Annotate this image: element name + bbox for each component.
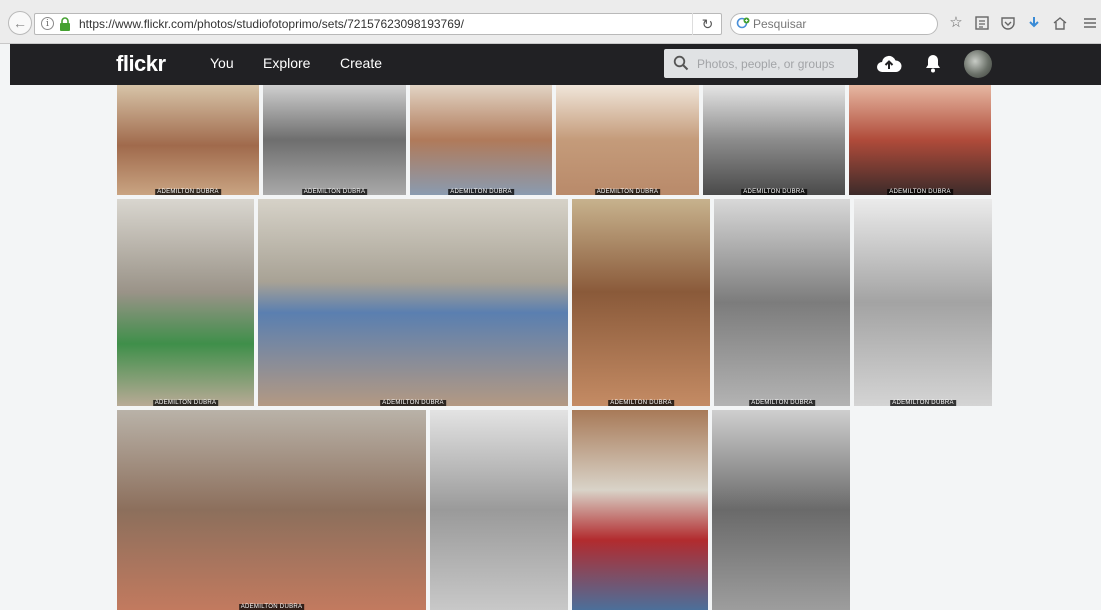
- back-icon: ←: [13, 15, 27, 31]
- photo-tile[interactable]: ADEMILTON DUBRA: [117, 85, 259, 195]
- browser-search-input[interactable]: Pesquisar: [730, 13, 938, 35]
- watermark: ADEMILTON DUBRA: [380, 400, 446, 406]
- upload-icon[interactable]: [876, 52, 902, 76]
- photo-tile[interactable]: ADEMILTON DUBRA: [556, 85, 699, 195]
- photo-tile[interactable]: ADEMILTON DUBRA: [714, 199, 850, 406]
- photo-tile[interactable]: ADEMILTON DUBRA: [703, 85, 845, 195]
- photo-tile[interactable]: ADEMILTON DUBRA: [258, 199, 568, 406]
- avatar[interactable]: [964, 50, 992, 78]
- info-icon[interactable]: i: [41, 17, 54, 30]
- watermark: ADEMILTON DUBRA: [594, 189, 661, 195]
- bell-icon[interactable]: [924, 53, 942, 73]
- photo-tile[interactable]: ADEMILTON DUBRA: [854, 199, 992, 406]
- photo-tile[interactable]: [430, 410, 568, 610]
- photo-tile[interactable]: ADEMILTON DUBRA: [263, 85, 406, 195]
- watermark: ADEMILTON DUBRA: [152, 400, 219, 406]
- photo-tile[interactable]: ADEMILTON DUBRA: [117, 199, 254, 406]
- watermark: ADEMILTON DUBRA: [155, 189, 221, 195]
- menu-icon[interactable]: [1080, 13, 1100, 33]
- browser-toolbar: ← i https://www.flickr.com/photos/studio…: [0, 0, 1101, 44]
- watermark: ADEMILTON DUBRA: [741, 189, 807, 195]
- pocket-icon[interactable]: [998, 13, 1018, 33]
- nav-create[interactable]: Create: [340, 55, 382, 71]
- photo-tile[interactable]: ADEMILTON DUBRA: [572, 199, 710, 406]
- flickr-search-input[interactable]: Photos, people, or groups: [664, 49, 858, 78]
- download-icon[interactable]: [1024, 13, 1044, 33]
- photo-tile[interactable]: ADEMILTON DUBRA: [410, 85, 552, 195]
- photo-tile[interactable]: ADEMILTON DUBRA: [117, 410, 426, 610]
- search-icon[interactable]: [673, 55, 689, 71]
- watermark: ADEMILTON DUBRA: [749, 400, 815, 406]
- photo-tile[interactable]: ADEMILTON DUBRA: [849, 85, 991, 195]
- flickr-logo[interactable]: flickr: [116, 51, 166, 77]
- reading-list-icon[interactable]: [972, 13, 992, 33]
- watermark: ADEMILTON DUBRA: [448, 189, 514, 195]
- watermark: ADEMILTON DUBRA: [238, 604, 305, 610]
- browser-search-placeholder: Pesquisar: [753, 17, 807, 31]
- lock-icon: [60, 17, 70, 31]
- photo-tile[interactable]: [572, 410, 708, 610]
- photo-tile[interactable]: [712, 410, 850, 610]
- watermark: ADEMILTON DUBRA: [301, 189, 368, 195]
- reload-icon: ↻: [701, 16, 714, 32]
- nav-explore[interactable]: Explore: [263, 55, 310, 71]
- watermark: ADEMILTON DUBRA: [887, 189, 953, 195]
- url-text: https://www.flickr.com/photos/studiofoto…: [79, 17, 464, 31]
- watermark: ADEMILTON DUBRA: [890, 400, 956, 406]
- flickr-search-placeholder: Photos, people, or groups: [697, 57, 835, 71]
- flickr-navbar: flickr You Explore Create Photos, people…: [10, 44, 1101, 85]
- star-icon[interactable]: ☆: [946, 13, 966, 33]
- watermark: ADEMILTON DUBRA: [608, 400, 674, 406]
- search-engine-icon: [736, 17, 750, 29]
- home-icon[interactable]: [1050, 13, 1070, 33]
- url-bar[interactable]: i https://www.flickr.com/photos/studiofo…: [34, 13, 722, 35]
- reload-button[interactable]: ↻: [692, 13, 722, 35]
- nav-you[interactable]: You: [210, 55, 234, 71]
- back-button[interactable]: ←: [8, 11, 32, 35]
